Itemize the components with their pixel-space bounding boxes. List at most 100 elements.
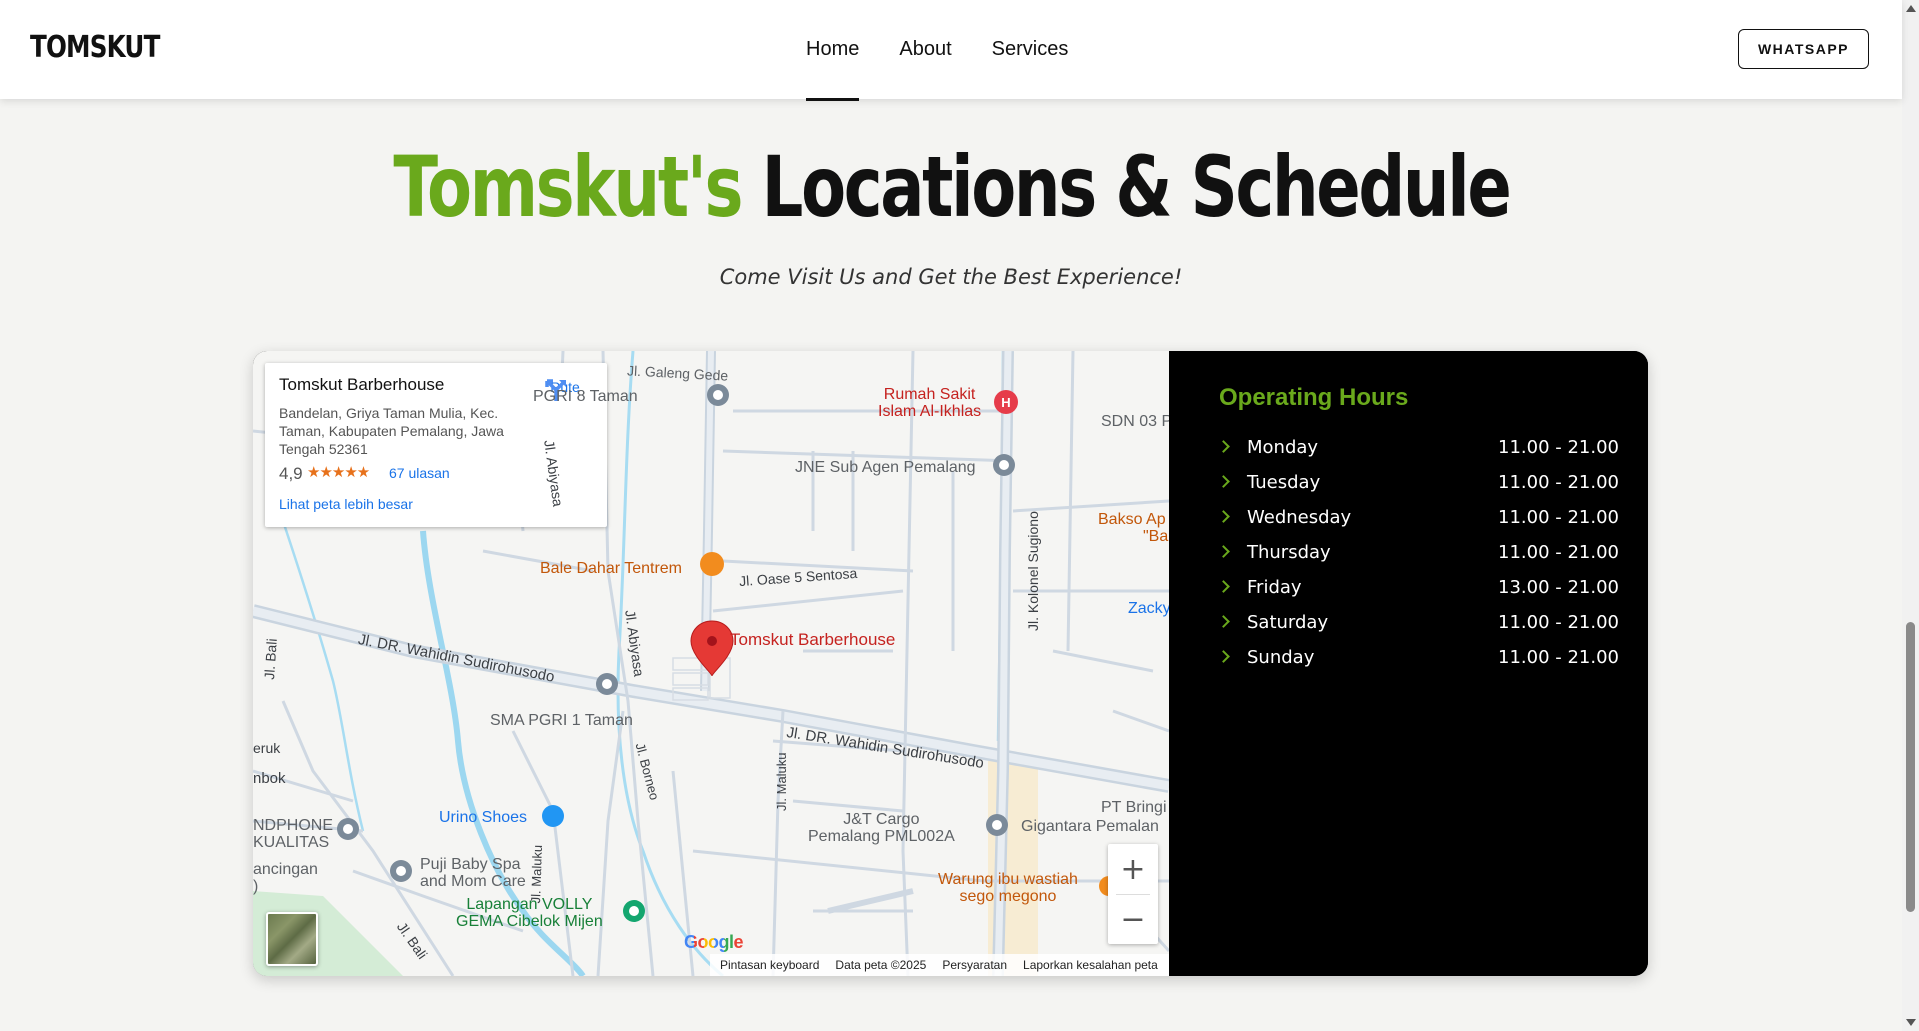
hours-row: Friday 13.00 - 21.00 xyxy=(1217,577,1619,607)
map-label: nbok xyxy=(253,770,286,787)
map-label: PT Bringi xyxy=(1101,799,1167,816)
map-label: SMA PGRI 1 Taman xyxy=(490,712,633,729)
rating-stars-icon: ★★★★★ xyxy=(307,464,370,481)
satellite-layer-toggle[interactable] xyxy=(266,912,318,966)
hours-day: Friday xyxy=(1247,577,1302,598)
map-label: Jl. Maluku xyxy=(774,752,789,811)
hours-row: Saturday 11.00 - 21.00 xyxy=(1217,612,1619,642)
nav-services[interactable]: Services xyxy=(992,38,1069,61)
map-label-line: Pemalang PML002A xyxy=(808,828,955,845)
map-label: Rumah Sakit Islam Al-Ikhlas xyxy=(878,386,981,420)
title-rest: Locations & Schedule xyxy=(761,138,1511,236)
chevron-right-icon xyxy=(1217,440,1230,453)
map-label: Bakso Ap "Ba xyxy=(1098,511,1168,545)
map-label: PGRI 8 Taman xyxy=(533,388,638,405)
map-label: SDN 03 P xyxy=(1101,413,1169,430)
embedded-map[interactable]: H Tomskut Barberhouse Bandelan, Griya Ta… xyxy=(253,351,1169,976)
chevron-right-icon xyxy=(1217,545,1230,558)
hours-time: 11.00 - 21.00 xyxy=(1498,542,1619,563)
map-label-line: Warung ibu wastiah xyxy=(938,871,1078,888)
map-label-line: "Ba xyxy=(1143,528,1169,545)
terms-link[interactable]: Persyaratan xyxy=(942,958,1007,972)
hours-row: Tuesday 11.00 - 21.00 xyxy=(1217,472,1619,502)
scroll-down-arrow-icon[interactable] xyxy=(1906,1019,1916,1026)
map-label-line: GEMA Cibelok Mijen xyxy=(456,913,603,930)
map-label-line: Bakso Ap xyxy=(1098,511,1166,528)
map-label: J&T Cargo Pemalang PML002A xyxy=(808,811,955,845)
map-label: Warung ibu wastiah sego megono xyxy=(938,871,1078,905)
map-label: Gigantara Pemalan xyxy=(1021,818,1159,835)
hours-time: 11.00 - 21.00 xyxy=(1498,612,1619,633)
scroll-thumb[interactable] xyxy=(1906,622,1915,912)
map-label: Urino Shoes xyxy=(439,809,528,826)
map-label: JNE Sub Agen Pemalang xyxy=(795,459,976,476)
reviews-link[interactable]: 67 ulasan xyxy=(389,465,450,481)
hours-row: Monday 11.00 - 21.00 xyxy=(1217,437,1619,467)
map-label-line: Islam Al-Ikhlas xyxy=(878,403,982,420)
nav-about[interactable]: About xyxy=(899,38,951,61)
hours-row: Thursday 11.00 - 21.00 xyxy=(1217,542,1619,572)
hours-time: 11.00 - 21.00 xyxy=(1498,472,1619,493)
map-label: Jl. Bali xyxy=(261,637,280,681)
hours-time: 11.00 - 21.00 xyxy=(1498,507,1619,528)
map-label-line: NDPHONE xyxy=(253,817,334,834)
map-label-line: ) xyxy=(253,878,259,895)
page-scrollbar[interactable] xyxy=(1902,0,1919,1031)
map-label-line: and Mom Care xyxy=(420,873,526,890)
zoom-out-button[interactable]: − xyxy=(1108,894,1158,944)
map-label: NDPHONE KUALITAS xyxy=(253,817,333,851)
hours-day: Sunday xyxy=(1247,647,1315,668)
site-logo[interactable]: TOMSKUT xyxy=(30,30,160,65)
chevron-right-icon xyxy=(1217,650,1230,663)
google-logo-text: Google xyxy=(684,932,744,952)
map-label: eruk xyxy=(253,740,281,756)
nav-home[interactable]: Home xyxy=(806,38,860,101)
map-label-line: Puji Baby Spa xyxy=(420,856,521,873)
main-nav: Home About Services xyxy=(806,38,1069,101)
map-label: Jl. Kolonel Sugiono xyxy=(1025,511,1041,631)
hours-day: Thursday xyxy=(1247,542,1331,563)
map-label: Zacky xyxy=(1128,600,1169,617)
place-rating: 4,9 xyxy=(279,464,303,483)
map-data-credit: Data peta ©2025 xyxy=(835,958,927,972)
larger-map-link[interactable]: Lihat peta lebih besar xyxy=(279,496,413,512)
hours-time: 11.00 - 21.00 xyxy=(1498,647,1619,668)
title-highlight: Tomskut's xyxy=(392,138,743,236)
chevron-right-icon xyxy=(1217,510,1230,523)
google-logo: Google xyxy=(684,932,744,953)
hours-row: Sunday 11.00 - 21.00 xyxy=(1217,647,1619,677)
chevron-right-icon xyxy=(1217,475,1230,488)
map-footer: Pintasan keyboard Data peta ©2025 Persya… xyxy=(710,954,1169,976)
map-label-line: ancingan xyxy=(253,861,318,878)
hours-day: Wednesday xyxy=(1247,507,1352,528)
hours-day: Monday xyxy=(1247,437,1319,458)
hours-day: Saturday xyxy=(1247,612,1329,633)
hours-time: 11.00 - 21.00 xyxy=(1498,437,1619,458)
map-label: Bale Dahar Tentrem xyxy=(540,560,682,577)
chevron-right-icon xyxy=(1217,615,1230,628)
map-label: ancingan ) xyxy=(253,861,318,895)
site-header: TOMSKUT Home About Services WHATSAPP xyxy=(0,0,1902,101)
map-label-line: Lapangan VOLLY xyxy=(466,896,593,913)
map-label-line: KUALITAS xyxy=(253,834,330,851)
report-error-link[interactable]: Laporkan kesalahan peta xyxy=(1023,958,1158,972)
section-title: Tomskut's Locations & Schedule xyxy=(0,138,1902,236)
zoom-in-button[interactable]: + xyxy=(1108,844,1158,894)
hours-time: 13.00 - 21.00 xyxy=(1498,577,1619,598)
pin-label: Tomskut Barberhouse xyxy=(730,630,896,649)
map-label: Jl. Maluku xyxy=(527,844,546,904)
map-location-pin xyxy=(690,620,734,677)
hours-title: Operating Hours xyxy=(1219,384,1409,411)
map-label-line: J&T Cargo xyxy=(843,811,920,828)
place-address: Bandelan, Griya Taman Mulia, Kec. Taman,… xyxy=(279,405,504,457)
keyboard-shortcuts-link[interactable]: Pintasan keyboard xyxy=(720,958,819,972)
whatsapp-button[interactable]: WHATSAPP xyxy=(1738,29,1869,69)
zoom-control: + − xyxy=(1108,844,1158,944)
map-label: Lapangan VOLLY GEMA Cibelok Mijen xyxy=(456,896,603,930)
place-name: Tomskut Barberhouse xyxy=(279,375,445,394)
map-label-line: Rumah Sakit xyxy=(883,386,976,403)
hours-row: Wednesday 11.00 - 21.00 xyxy=(1217,507,1619,537)
map-label-line: sego megono xyxy=(959,888,1057,905)
location-card: H Tomskut Barberhouse Bandelan, Griya Ta… xyxy=(253,351,1648,976)
scroll-up-arrow-icon[interactable] xyxy=(1906,5,1916,12)
